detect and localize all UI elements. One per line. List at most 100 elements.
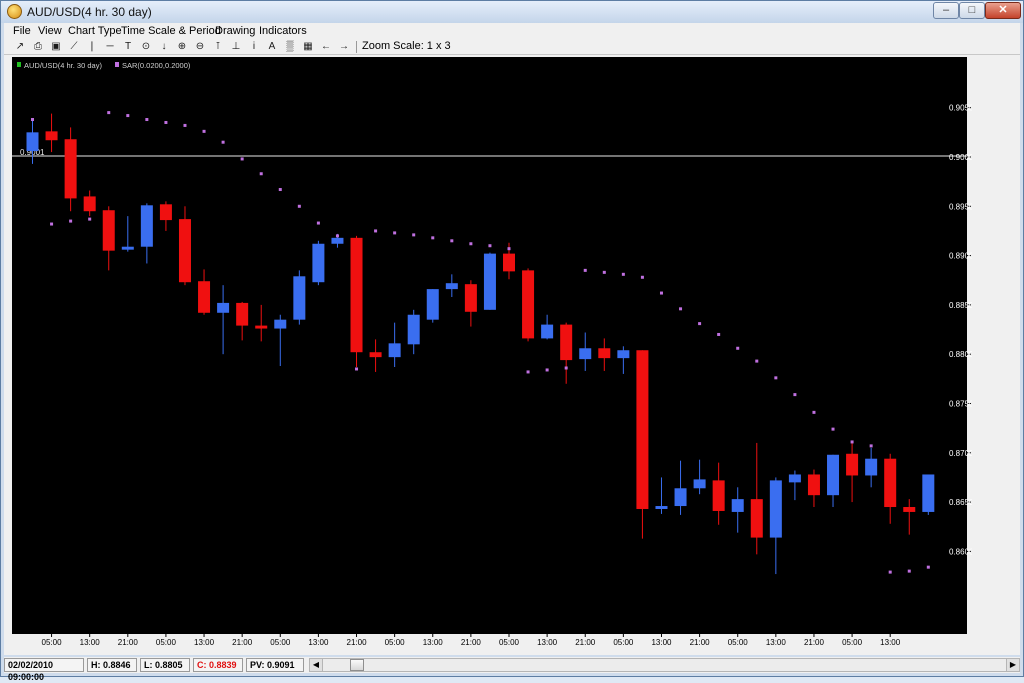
candle-body — [731, 499, 744, 512]
sar-dot — [621, 272, 625, 276]
toolbar: ↗ ⎙ ▣ ⟋ ❘ ─ T ⊙ ↓ ⊕ ⊖ ⊺ ⊥ i A ▒ ▦ ← → Zo… — [4, 39, 1020, 55]
print-icon[interactable]: ⎙ — [30, 40, 46, 53]
scroll-right-arrow-icon[interactable]: ▶ — [1006, 659, 1019, 671]
candle-body — [674, 488, 687, 507]
scroll-right-icon[interactable]: → — [336, 40, 352, 53]
y-tick-label: 0.8700 — [949, 449, 972, 458]
candle-body — [178, 219, 191, 283]
sar-dot — [755, 359, 759, 363]
annotate-icon[interactable]: A — [264, 40, 280, 53]
sar-dot — [488, 244, 492, 248]
scroll-left-icon[interactable]: ← — [318, 40, 334, 53]
menu-view[interactable]: View — [38, 25, 62, 37]
save-icon[interactable]: ▣ — [48, 40, 64, 53]
sar-dot — [259, 172, 263, 176]
y-tick-label: 0.8650 — [949, 498, 972, 507]
chart-frame: 0.9001 AUD/USD(4 hr. 30 day) SAR(0.0200,… — [4, 55, 1020, 655]
candle-body — [807, 474, 820, 496]
trend-line-icon[interactable]: ⟋ — [66, 40, 82, 53]
status-pv: PV: 0.9091 — [246, 658, 304, 672]
sar-dot — [31, 118, 34, 122]
sar-dot — [831, 427, 835, 431]
sar-dot — [793, 393, 797, 397]
arrow-down-icon[interactable]: ↓ — [156, 40, 172, 53]
sar-dot — [717, 332, 721, 336]
line-chart-icon[interactable]: ↗ — [12, 40, 28, 53]
sar-dot — [278, 188, 282, 192]
candle — [312, 240, 325, 286]
candle-body — [274, 319, 287, 329]
x-tick-label: 21:00 — [347, 638, 368, 647]
candle-body — [255, 325, 268, 329]
candle-body — [331, 237, 344, 244]
application-window: AUD/USD(4 hr. 30 day) – □ ✕ File View Ch… — [0, 0, 1024, 682]
candle-body — [464, 284, 477, 312]
menu-chart-type[interactable]: Chart Type — [68, 25, 122, 37]
info-icon[interactable]: i — [246, 40, 262, 53]
sar-dot — [202, 129, 206, 133]
x-tick-label: 13:00 — [880, 638, 901, 647]
sar-dot — [564, 366, 568, 370]
horizontal-scrollbar[interactable]: ◀ ▶ — [309, 658, 1020, 672]
x-tick-label: 05:00 — [156, 638, 177, 647]
status-low: L: 0.8805 — [140, 658, 190, 672]
candle-body — [198, 281, 211, 313]
zoom-out-icon[interactable]: ⊖ — [192, 40, 208, 53]
sar-dot — [907, 569, 911, 573]
y-tick-label: 0.8600 — [949, 547, 972, 556]
status-close: C: 0.8839 — [193, 658, 243, 672]
candle-body — [407, 314, 420, 345]
candle — [522, 268, 535, 342]
indicator-icon[interactable]: ▒ — [282, 40, 298, 53]
menu-indicators[interactable]: Indicators — [259, 25, 307, 37]
text-tool-icon[interactable]: T — [120, 40, 136, 53]
minimize-button[interactable]: – — [933, 2, 959, 19]
anchor-icon[interactable]: ⊥ — [228, 40, 244, 53]
sar-dot — [850, 440, 854, 444]
scroll-left-arrow-icon[interactable]: ◀ — [310, 659, 323, 671]
x-tick-label: 21:00 — [804, 638, 825, 647]
properties-icon[interactable]: ▦ — [300, 40, 316, 53]
candle — [426, 289, 439, 323]
candle-body — [83, 196, 96, 212]
candle-body — [541, 324, 554, 339]
close-button[interactable]: ✕ — [985, 2, 1021, 19]
maximize-button[interactable]: □ — [959, 2, 985, 19]
sar-dot — [297, 204, 301, 208]
x-tick-label: 05:00 — [613, 638, 634, 647]
menu-drawing[interactable]: Drawing — [215, 25, 255, 37]
candle-body — [560, 324, 573, 361]
zoom-in-icon[interactable]: ⊕ — [174, 40, 190, 53]
title-bar[interactable]: AUD/USD(4 hr. 30 day) – □ ✕ — [1, 1, 1023, 23]
price-chart[interactable]: 0.9001 AUD/USD(4 hr. 30 day) SAR(0.0200,… — [12, 57, 972, 653]
plot-area[interactable] — [12, 57, 967, 634]
sar-dot — [393, 231, 397, 235]
candle-body — [712, 480, 725, 511]
menu-file[interactable]: File — [13, 25, 31, 37]
sar-dot — [888, 570, 892, 574]
sar-dot — [469, 242, 473, 246]
candle-body — [102, 210, 115, 251]
sar-dot — [583, 268, 587, 272]
sar-dot — [640, 275, 644, 279]
sar-dot — [602, 270, 606, 274]
candle-body — [865, 458, 878, 476]
x-tick-label: 13:00 — [423, 638, 444, 647]
scroll-thumb[interactable] — [350, 659, 364, 671]
candle-body — [769, 480, 782, 538]
candle-body — [884, 458, 897, 508]
sar-dot — [335, 234, 339, 238]
menu-time-scale[interactable]: Time Scale & Period — [121, 25, 221, 37]
y-tick-label: 0.8800 — [949, 350, 972, 359]
candle-body — [26, 132, 39, 152]
app-logo-icon — [7, 4, 22, 19]
horizontal-line-icon[interactable]: ─ — [102, 40, 118, 53]
sar-dot — [164, 120, 168, 124]
legend-label-price: AUD/USD(4 hr. 30 day) — [24, 61, 102, 70]
sar-dot — [926, 565, 930, 569]
candle-body — [598, 348, 611, 359]
candle-body — [522, 270, 535, 339]
crosshair-icon[interactable]: ⊙ — [138, 40, 154, 53]
fibonacci-icon[interactable]: ⊺ — [210, 40, 226, 53]
vertical-line-icon[interactable]: ❘ — [84, 40, 100, 53]
